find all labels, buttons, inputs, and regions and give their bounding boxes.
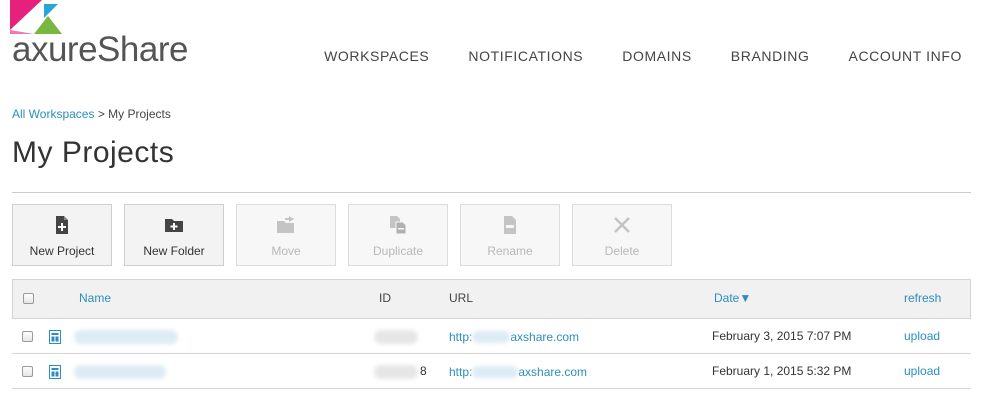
project-url-link[interactable]: http: axshare.com: [449, 364, 587, 379]
move-button[interactable]: Move: [236, 204, 336, 266]
new-folder-label: New Folder: [143, 244, 205, 258]
rename-label: Rename: [487, 244, 533, 258]
delete-label: Delete: [604, 244, 640, 258]
nav-account-info[interactable]: ACCOUNT INFO: [849, 48, 963, 64]
delete-button[interactable]: Delete: [572, 204, 672, 266]
redacted-project-id: [374, 330, 418, 344]
breadcrumb-all-workspaces[interactable]: All Workspaces: [12, 107, 94, 121]
new-project-label: New Project: [29, 244, 95, 258]
row-checkbox[interactable]: [22, 366, 33, 377]
rename-button[interactable]: Rename: [460, 204, 560, 266]
move-folder-icon: [277, 216, 294, 233]
redacted-project-name: [74, 365, 166, 379]
project-url-prefix: http:: [449, 330, 473, 344]
breadcrumb-separator: >: [94, 107, 109, 121]
redacted-url-part: [472, 331, 511, 343]
new-file-icon: [56, 216, 68, 234]
divider: [12, 192, 971, 193]
project-date: February 3, 2015 7:07 PM: [712, 329, 852, 343]
nav-branding[interactable]: BRANDING: [731, 48, 810, 64]
project-file-icon: [49, 330, 61, 344]
table-row[interactable]: http: axshare.com February 3, 2015 7:07 P…: [12, 319, 971, 354]
table-row[interactable]: 8 http: axshare.com February 1, 2015 5:32…: [12, 354, 971, 389]
new-folder-button[interactable]: New Folder: [124, 204, 224, 266]
project-file-icon: [49, 365, 61, 379]
upload-link[interactable]: upload: [904, 364, 940, 378]
redacted-project-name: [74, 330, 178, 344]
toolbar: New Project New Folder Move Duplicate Re…: [12, 204, 684, 266]
logo-text: axureShare: [12, 30, 188, 69]
page-title: My Projects: [12, 136, 175, 169]
duplicate-button[interactable]: Duplicate: [348, 204, 448, 266]
select-all-checkbox[interactable]: [23, 293, 34, 304]
breadcrumb-current: My Projects: [108, 107, 171, 121]
new-project-button[interactable]: New Project: [12, 204, 112, 266]
rename-icon: [504, 216, 516, 234]
column-date[interactable]: Date▼: [714, 291, 751, 305]
duplicate-icon: [390, 216, 407, 235]
column-id: ID: [379, 291, 391, 305]
nav-notifications[interactable]: NOTIFICATIONS: [468, 48, 583, 64]
projects-table: Name ID URL Date▼ refresh http: axshare.c…: [12, 279, 971, 389]
project-url-suffix: axshare.com: [518, 365, 588, 379]
project-url-link[interactable]: http: axshare.com: [449, 329, 579, 344]
breadcrumb: All Workspaces > My Projects: [12, 107, 171, 121]
column-name[interactable]: Name: [79, 291, 111, 305]
row-checkbox[interactable]: [22, 331, 33, 342]
column-date-label: Date: [714, 291, 740, 305]
axureshare-logo[interactable]: axureShare: [10, 0, 220, 70]
redacted-project-id: [374, 365, 418, 379]
project-url-suffix: axshare.com: [510, 330, 580, 344]
upload-link[interactable]: upload: [904, 329, 940, 343]
nav-workspaces[interactable]: WORKSPACES: [324, 48, 429, 64]
move-label: Move: [271, 244, 301, 258]
refresh-link[interactable]: refresh: [904, 291, 941, 305]
sort-desc-icon: ▼: [739, 291, 752, 305]
project-id-suffix: 8: [420, 364, 427, 378]
project-date: February 1, 2015 5:32 PM: [712, 364, 852, 378]
new-folder-icon: [165, 219, 183, 232]
duplicate-label: Duplicate: [372, 244, 424, 258]
table-header: Name ID URL Date▼ refresh: [12, 279, 971, 319]
top-nav: WORKSPACES NOTIFICATIONS DOMAINS BRANDIN…: [324, 48, 962, 64]
redacted-url-part: [472, 366, 519, 378]
column-url: URL: [449, 291, 474, 305]
delete-x-icon: [614, 217, 630, 233]
nav-domains[interactable]: DOMAINS: [622, 48, 692, 64]
project-url-prefix: http:: [449, 365, 473, 379]
